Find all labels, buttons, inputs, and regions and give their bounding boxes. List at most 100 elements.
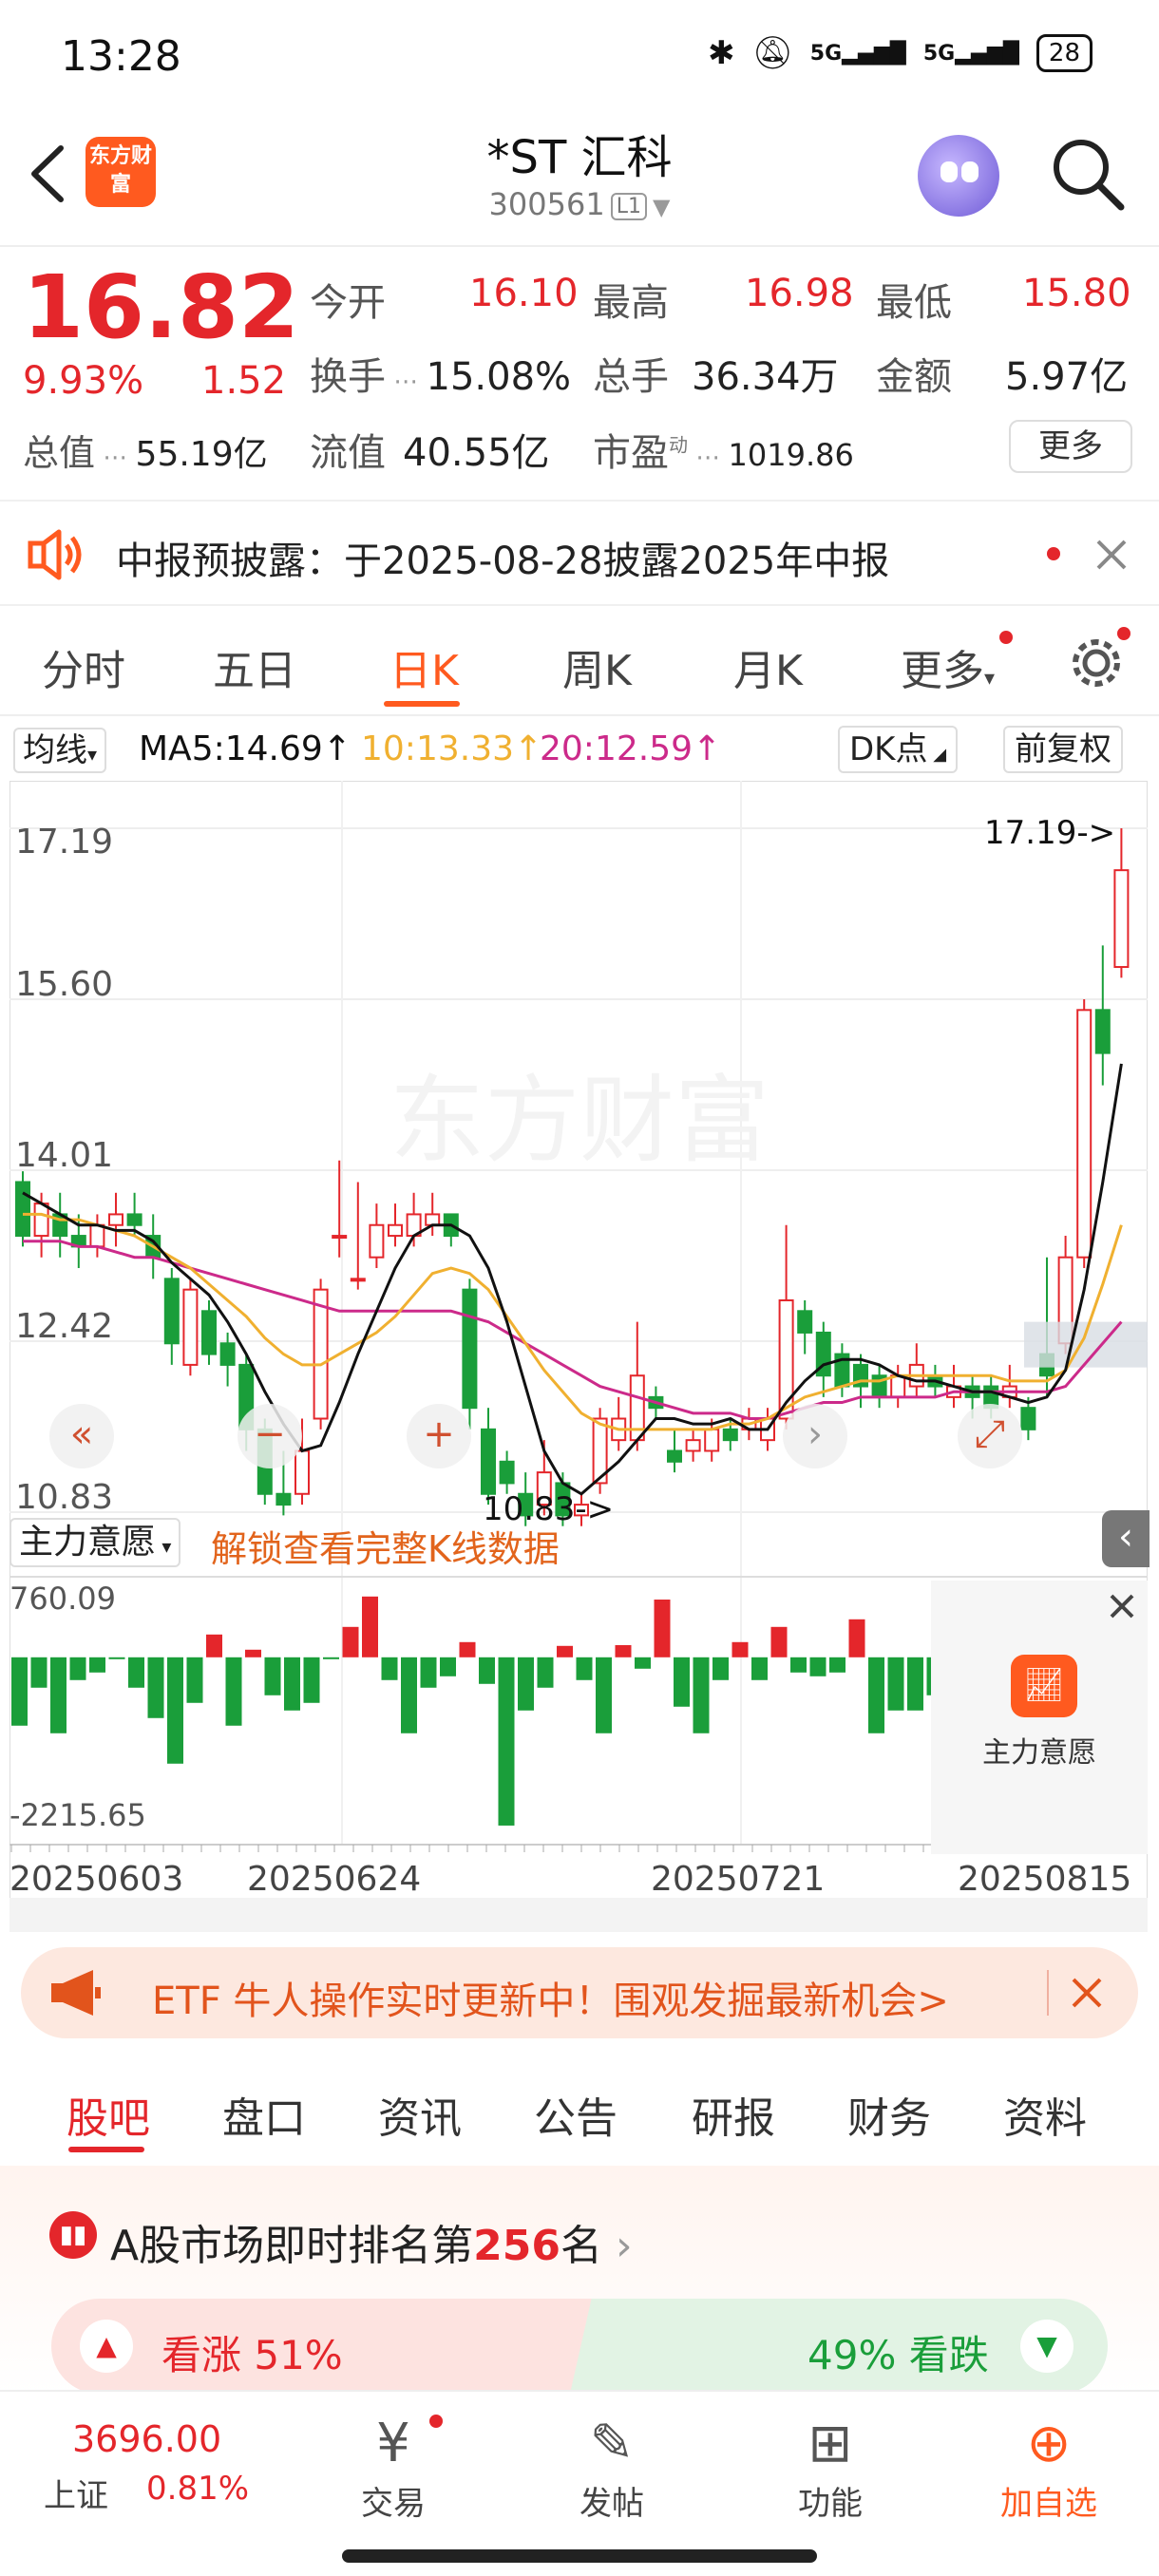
indicator-bar [615,1644,632,1657]
indicator-bar [264,1657,281,1695]
indicator-bar [518,1657,534,1711]
battery-icon: 28 [1036,34,1092,72]
indicator-bar [30,1657,48,1688]
settings-gear-icon[interactable] [1066,633,1127,693]
etf-banner[interactable]: ETF 牛人操作实时更新中！围观发掘最新机会> [21,1947,1138,2038]
watermark: 东方财富 [390,1065,770,1176]
indicator-bar [381,1657,398,1680]
nav-post-label: 发帖 [580,2485,644,2523]
candle-body [425,1213,441,1226]
up-arrow-icon: ▲ [80,2320,133,2373]
nav-add-watch[interactable]: ⊕ 加自选 [973,2411,1125,2524]
tab-news[interactable]: 资讯 [378,2084,462,2145]
indicator-bar [459,1641,476,1657]
tab-pankou[interactable]: 盘口 [222,2084,306,2145]
indicator-bar [225,1657,242,1726]
indicator-bar [186,1657,203,1703]
scroll-left-button[interactable]: « [49,1404,114,1468]
collapse-panel-button[interactable]: ‹ [1102,1510,1150,1567]
zoom-out-button[interactable]: − [238,1404,302,1468]
indicator-panel-label: 主力意愿 [982,1736,1096,1770]
vote-down-button[interactable]: 49% 看跌 ▼ [570,2299,1108,2394]
indicator-bar [907,1657,923,1711]
tab-monthly-k[interactable]: 月K [733,636,803,697]
tab-profile[interactable]: 资料 [1003,2084,1087,2145]
more-button[interactable]: 更多 [1009,420,1132,473]
ma5-value: MA5:14.69↑ [139,729,352,768]
candle-body [1094,1009,1111,1054]
rank-chart-icon: ▮▮ [49,2211,97,2259]
candle-body [89,1223,105,1248]
status-bar: 13:28 ✱ 🔕︎ 5G▂▄▆█ 5G▂▄▆█ 28 [0,0,1159,114]
indicator-selector[interactable]: 主力意愿 ▾ [10,1518,181,1567]
indicator-bar [576,1657,593,1680]
unlock-kline-link[interactable]: 解锁查看完整K线数据 [211,1520,560,1572]
close-icon[interactable] [1094,538,1129,572]
low-label: 最低 [876,281,952,325]
notice-bar[interactable]: 中报预披露：于2025-08-28披露2025年中报 [0,500,1159,606]
scroll-right-button[interactable]: › [783,1404,847,1468]
tab-guba[interactable]: 股吧 [66,2084,150,2145]
indicator-close-icon[interactable] [1108,1592,1136,1620]
last-price: 16.82 [23,256,300,358]
tab-daily-k[interactable]: 日K [390,636,459,697]
vote-up-button[interactable]: ▲ 看涨 51% [51,2299,593,2394]
nav-trade[interactable]: ¥ 交易 [317,2411,469,2524]
assistant-robot-icon[interactable] [918,135,999,217]
nav-post[interactable]: ✎ 发帖 [536,2411,688,2524]
indicator-bar [790,1657,807,1673]
x-axis-band [10,1898,1148,1932]
indicator-bar [323,1657,339,1659]
tab-weekly-k[interactable]: 周K [562,636,632,697]
lock-chart-icon: 📈︎ [1011,1655,1077,1717]
pe: 市盈动 ⋯ 1019.86 [593,431,854,475]
indicator-bar [829,1657,846,1673]
indicator-bar [732,1641,749,1657]
tab-more[interactable]: 更多▾ [901,636,995,697]
indicator-bar [284,1657,300,1711]
candle-body [108,1213,124,1226]
tab-research[interactable]: 研报 [692,2084,775,2145]
rank-text[interactable]: A股市场即时排名第256名 › [110,2211,633,2272]
candle-body [33,1203,49,1238]
candle-body [219,1342,236,1366]
indicator-bar [693,1657,710,1733]
search-icon[interactable] [1049,135,1127,213]
ma-selector[interactable]: 均线▾ [13,728,107,773]
indicator-bar [596,1657,612,1733]
zoom-in-button[interactable]: + [407,1404,471,1468]
amount-label: 金额 [876,355,952,399]
market-cap: 总值 ⋯ 55.19亿 [23,432,268,474]
index-ticker[interactable]: 3696.00 上证 0.81% [28,2411,256,2516]
etf-text: ETF 牛人操作实时更新中！围观发掘最新机会> [152,1979,949,2023]
kline-chart[interactable]: 东方财富 17.19 15.60 14.01 12.42 10.83 17.19-> 10.… [10,781,1150,1932]
candle-body [350,1278,366,1282]
indicator-bar [479,1657,495,1684]
indicator-bar [635,1657,651,1669]
x-tick-label: 20250815 [958,1860,1131,1899]
candle-body [499,1460,515,1485]
adjust-button[interactable]: 前复权 [1003,726,1123,773]
tab-announcement[interactable]: 公告 [534,2084,618,2145]
dk-point-button[interactable]: DK点 ◢ [838,726,959,773]
candle-body [369,1223,385,1259]
indicator-bar [50,1657,66,1733]
nav-function[interactable]: ⊞ 功能 [754,2411,906,2524]
tab-finance[interactable]: 财务 [847,2084,931,2145]
indicator-bar [498,1657,515,1826]
indicator-bar [440,1657,456,1676]
indicator-lock-panel[interactable]: 📈︎ 主力意愿 [931,1581,1148,1854]
nav-trade-label: 交易 [361,2485,426,2523]
candle-body [332,1235,348,1240]
indicator-bar [69,1657,86,1680]
status-time: 13:28 [61,32,181,81]
etf-close-icon[interactable] [1070,1976,1104,2010]
indicator-bar [751,1657,768,1680]
indicator-bar [887,1657,904,1711]
megaphone-icon [51,1970,101,2016]
quote-panel: 16.82 9.93% 1.52 总值 ⋯ 55.19亿 今开 16.10 最高… [0,245,1159,498]
tab-intraday[interactable]: 分时 [42,636,125,697]
tab-five-day[interactable]: 五日 [213,636,296,697]
indicator-bar [147,1657,164,1718]
fullscreen-button[interactable]: ⤢ [958,1404,1022,1468]
